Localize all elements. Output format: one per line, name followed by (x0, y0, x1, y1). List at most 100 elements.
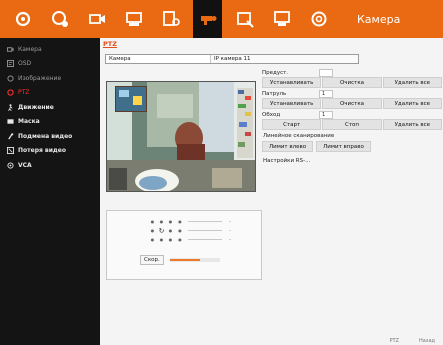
motion-icon (6, 103, 14, 111)
left-arrow-icon[interactable]: ● (148, 226, 157, 235)
page-title: Камера (357, 12, 401, 26)
live-video-preview[interactable] (106, 81, 256, 192)
osd-icon (6, 60, 14, 68)
pattern-row: Обход 1 (262, 110, 443, 119)
pattern-actions: Старт Стоп Удалить все (262, 119, 443, 131)
sidebar-item-vca[interactable]: VCA (0, 158, 100, 173)
speed-slider-fill (169, 259, 200, 261)
sidebar-item-label: Потеря видео (18, 147, 66, 155)
up-left-arrow-icon[interactable]: ● (148, 217, 157, 226)
gear-icon[interactable] (8, 0, 37, 38)
focus-row: ● – (175, 226, 235, 235)
preset-clear-button[interactable]: Очистка (322, 77, 382, 88)
sidebar-item-camera[interactable]: Камера (0, 42, 100, 57)
divider (188, 221, 222, 222)
exception-icon[interactable] (230, 0, 259, 38)
zoom-row: ● – (175, 217, 235, 226)
ptz-functions: Предуст. Устанавливать Очистка Удалить в… (262, 68, 443, 166)
sidebar-item-label: Движение (18, 103, 54, 111)
right-limit-button[interactable]: Лимит вправо (316, 141, 371, 152)
ptz-control-pad: ● ● ● ● ↻ ● ● ● ● ● – ● – ● – Скор. (106, 210, 262, 280)
sidebar-item-image[interactable]: Изображение (0, 71, 100, 86)
sidebar-item-motion[interactable]: Движение (0, 100, 100, 115)
patrol-input[interactable]: 1 (319, 89, 333, 98)
sidebar: Камера OSD Изображение PTZ Движение Маск… (0, 38, 100, 345)
patrol-clear-button[interactable]: Очистка (322, 98, 382, 109)
pattern-delete-all-button[interactable]: Удалить все (382, 119, 442, 130)
sidebar-item-ptz[interactable]: PTZ (0, 86, 100, 101)
focus-far-icon[interactable]: – (225, 228, 235, 233)
camera-select[interactable]: IP камера 11 (210, 55, 358, 63)
down-left-arrow-icon[interactable]: ● (148, 235, 157, 244)
direction-pad: ● ● ● ● ↻ ● ● ● ● (148, 217, 175, 244)
auto-rotate-icon[interactable]: ↻ (157, 226, 166, 235)
preset-input[interactable] (319, 68, 333, 77)
ptz-settings-panel: PTZ Камера IP камера 11 ● ● ● ● ↻ ● ● ● … (100, 38, 443, 345)
ptz-icon[interactable] (193, 0, 222, 38)
video-loss-icon (6, 147, 14, 155)
sidebar-item-label: Подмена видео (18, 132, 73, 140)
image-icon (6, 74, 14, 82)
camera-icon (6, 45, 14, 53)
preset-label: Предуст. (262, 69, 289, 76)
preset-set-button[interactable]: Устанавливать (262, 77, 322, 88)
camera-select-row: Камера IP камера 11 (105, 54, 359, 64)
speed-slider[interactable] (169, 258, 220, 262)
record-icon[interactable] (119, 0, 148, 38)
rs-settings-link[interactable]: Настройки RS-... (262, 156, 443, 166)
top-toolbar: Камера (0, 0, 443, 38)
pattern-start-button[interactable]: Старт (262, 119, 322, 130)
footer-actions: PTZ Назад (389, 338, 435, 344)
linear-scan-actions: Лимит влево Лимит вправо (262, 141, 443, 152)
down-right-arrow-icon[interactable]: ● (166, 235, 175, 244)
camera-label: Камера (109, 56, 131, 62)
sidebar-item-label: Маска (18, 118, 40, 126)
video-frame (107, 82, 255, 191)
pattern-input[interactable]: 1 (319, 110, 333, 119)
section-title: PTZ (103, 40, 117, 48)
pattern-stop-button[interactable]: Стоп (322, 119, 382, 130)
zoom-out-icon[interactable]: – (225, 219, 235, 224)
iris-close-icon[interactable]: – (225, 237, 235, 242)
power-icon[interactable] (304, 0, 333, 38)
up-right-arrow-icon[interactable]: ● (166, 217, 175, 226)
vca-icon (6, 161, 14, 169)
patrol-set-button[interactable]: Устанавливать (262, 98, 322, 109)
sidebar-item-mask[interactable]: Маска (0, 115, 100, 130)
linear-scan-label: Линейное сканирование (263, 133, 335, 139)
sidebar-item-video-loss[interactable]: Потеря видео (0, 144, 100, 159)
back-button[interactable]: Назад (419, 338, 435, 344)
sidebar-item-label: Изображение (18, 74, 62, 82)
patrol-delete-all-button[interactable]: Удалить все (382, 98, 442, 109)
sidebar-item-osd[interactable]: OSD (0, 57, 100, 72)
patrol-row: Патруль 1 (262, 89, 443, 98)
camera-icon[interactable] (82, 0, 111, 38)
left-limit-button[interactable]: Лимит влево (262, 141, 314, 152)
iris-open-icon[interactable]: ● (175, 237, 185, 242)
sidebar-item-tamper[interactable]: Подмена видео (0, 129, 100, 144)
alarm-icon[interactable] (156, 0, 185, 38)
divider (188, 230, 222, 231)
storage-icon[interactable] (267, 0, 296, 38)
ptz-icon (6, 89, 14, 97)
network-icon[interactable] (45, 0, 74, 38)
up-arrow-icon[interactable]: ● (157, 217, 166, 226)
pattern-label: Обход (262, 111, 281, 118)
right-arrow-icon[interactable]: ● (166, 226, 175, 235)
iris-row: ● – (175, 235, 235, 244)
divider (188, 239, 222, 240)
focus-near-icon[interactable]: ● (175, 228, 185, 233)
sidebar-item-label: OSD (18, 60, 32, 68)
sidebar-item-label: VCA (18, 161, 32, 169)
mask-icon (6, 118, 14, 126)
preset-actions: Устанавливать Очистка Удалить все (262, 77, 443, 89)
down-arrow-icon[interactable]: ● (157, 235, 166, 244)
sidebar-item-label: PTZ (18, 89, 30, 97)
footer-ptz-button[interactable]: PTZ (389, 338, 399, 344)
preset-row: Предуст. (262, 68, 443, 77)
sidebar-item-label: Камера (18, 45, 42, 53)
zoom-focus-iris-controls: ● – ● – ● – (175, 217, 235, 244)
preset-delete-all-button[interactable]: Удалить все (382, 77, 442, 88)
tamper-icon (6, 132, 14, 140)
zoom-in-icon[interactable]: ● (175, 219, 185, 224)
